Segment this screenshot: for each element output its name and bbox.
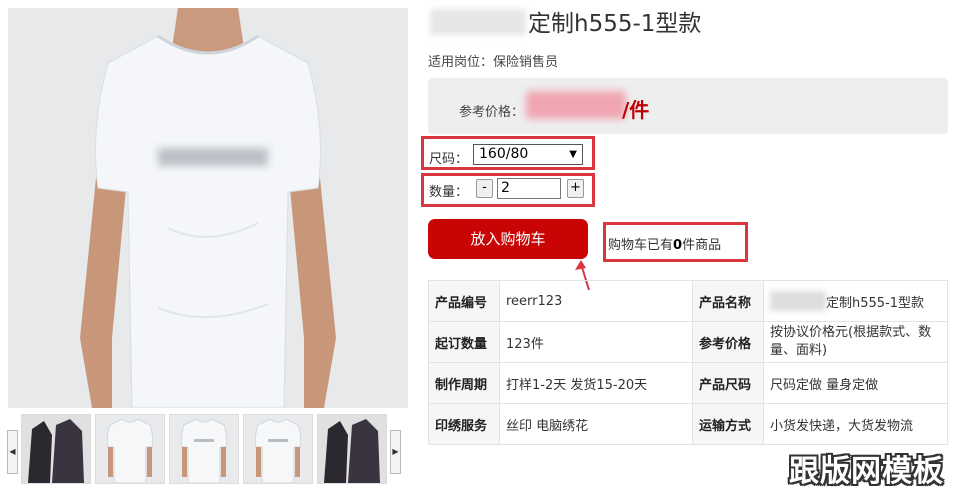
cart-status: 购物车已有0件商品 <box>608 234 721 253</box>
price-unit: /件 <box>622 98 650 122</box>
spec-value: 定制h555-1型款 <box>763 280 948 322</box>
applicable-post: 适用岗位：保险销售员 <box>428 55 559 70</box>
size-label: 尺码： <box>429 152 469 167</box>
thumbnail-dark-coat[interactable] <box>21 414 91 484</box>
size-select-value: 160/80 <box>479 146 529 162</box>
table-row: 制作周期 打样1-2天 发货15-20天 产品尺码 尺码定做 量身定做 <box>428 362 948 404</box>
product-title: 定制h555-1型款 <box>430 4 701 38</box>
spec-key: 运输方式 <box>692 403 764 445</box>
quantity-decrease-button[interactable]: - <box>476 179 493 198</box>
gallery-prev-button[interactable]: ◀ <box>7 430 18 474</box>
spec-table: 产品编号 reerr123 产品名称 定制h555-1型款 起订数量 123件 … <box>428 280 948 445</box>
product-main-image <box>8 8 408 408</box>
spec-key: 产品编号 <box>428 280 500 322</box>
redacted-name <box>770 291 826 311</box>
thumbnail-white-tshirt-2[interactable] <box>169 414 239 484</box>
spec-value: 丝印 电脑绣花 <box>499 403 693 445</box>
dropdown-caret-icon: ▼ <box>569 149 577 160</box>
spec-value: 123件 <box>499 321 693 363</box>
spec-key: 起订数量 <box>428 321 500 363</box>
cart-status-prefix: 购物车已有 <box>608 238 674 253</box>
spec-value: 打样1-2天 发货15-20天 <box>499 362 693 404</box>
spec-value: reerr123 <box>499 280 693 322</box>
white-tshirt-icon <box>244 415 312 483</box>
redacted-name <box>430 9 526 35</box>
quantity-increase-button[interactable]: + <box>567 179 584 198</box>
spec-key: 参考价格 <box>692 321 764 363</box>
gallery-next-button[interactable]: ▶ <box>390 430 401 474</box>
table-row: 起订数量 123件 参考价格 按协议价格元(根据款式、数量、面料) <box>428 321 948 363</box>
spec-key: 产品尺码 <box>692 362 764 404</box>
spec-key: 印绣服务 <box>428 403 500 445</box>
spec-key: 制作周期 <box>428 362 500 404</box>
spec-key: 产品名称 <box>692 280 764 322</box>
price-label: 参考价格： <box>459 105 525 120</box>
dark-coat-icon <box>318 415 386 483</box>
thumbnail-dark-coat-2[interactable] <box>317 414 387 484</box>
table-row: 印绣服务 丝印 电脑绣花 运输方式 小货发快递，大货发物流 <box>428 403 948 445</box>
spec-value: 小货发快递，大货发物流 <box>763 403 948 445</box>
white-tshirt-icon <box>170 415 238 483</box>
quantity-label: 数量： <box>429 185 469 200</box>
product-title-text: 定制h555-1型款 <box>528 11 702 37</box>
dark-coat-icon <box>22 415 90 483</box>
spec-value: 尺码定做 量身定做 <box>763 362 948 404</box>
cart-count: 0 <box>673 238 683 253</box>
quantity-input[interactable]: 2 <box>497 178 561 199</box>
spec-value: 按协议价格元(根据款式、数量、面料) <box>763 321 948 363</box>
redacted-price <box>526 91 626 119</box>
add-to-cart-button[interactable]: 放入购物车 <box>428 219 588 259</box>
size-select[interactable]: 160/80 ▼ <box>473 144 583 165</box>
thumbnail-white-tshirt-3[interactable] <box>243 414 313 484</box>
white-tshirt-icon <box>96 415 164 483</box>
spec-value-text: 定制h555-1型款 <box>826 296 925 311</box>
table-row: 产品编号 reerr123 产品名称 定制h555-1型款 <box>428 280 948 322</box>
watermark: 跟版网模板 <box>789 454 944 489</box>
thumbnail-white-tshirt-1[interactable] <box>95 414 165 484</box>
cart-status-suffix: 件商品 <box>682 238 722 253</box>
